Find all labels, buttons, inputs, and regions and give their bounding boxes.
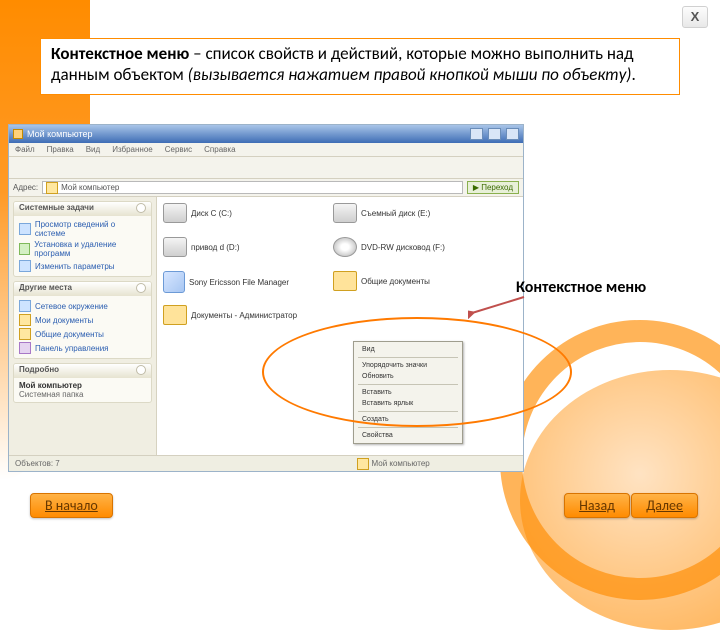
explorer-window: Мой компьютер Файл Правка Вид Избранное …	[8, 124, 524, 472]
window-title: Мой компьютер	[27, 129, 465, 139]
task-link[interactable]: Изменить параметры	[19, 259, 146, 273]
computer-icon	[357, 458, 369, 470]
ctx-item[interactable]: Вставить ярлык	[354, 398, 462, 409]
collapse-icon[interactable]	[136, 365, 146, 375]
nav-back-button[interactable]: Назад	[564, 493, 630, 518]
side-group-places: Другие места Сетевое окружение Мои докум…	[13, 281, 152, 359]
menu-file[interactable]: Файл	[15, 145, 35, 154]
menu-view[interactable]: Вид	[86, 145, 100, 154]
task-link[interactable]: Установка и удаление программ	[19, 239, 146, 259]
folder-icon	[163, 305, 187, 325]
menubar[interactable]: Файл Правка Вид Избранное Сервис Справка	[9, 143, 523, 157]
folder-icon	[19, 314, 31, 326]
minimize-button[interactable]	[470, 128, 483, 140]
side-group-details: Подробно Мой компьютер Системная папка	[13, 363, 152, 403]
ctx-item[interactable]: Вставить	[354, 387, 462, 398]
collapse-icon[interactable]	[136, 283, 146, 293]
callout-label: Контекстное меню	[516, 278, 646, 297]
task-link[interactable]: Просмотр сведений о системе	[19, 219, 146, 239]
folder-icon	[19, 328, 31, 340]
ctx-item[interactable]: Вид	[354, 344, 462, 355]
status-bar: Объектов: 7 Мой компьютер	[9, 455, 523, 471]
addremove-icon	[19, 243, 30, 255]
ctx-item[interactable]: Свойства	[354, 430, 462, 441]
hdd-icon	[163, 237, 187, 257]
context-menu[interactable]: Вид Упорядочить значки Обновить Вставить…	[353, 341, 463, 444]
computer-icon	[46, 182, 58, 194]
side-panel: Системные задачи Просмотр сведений о сис…	[9, 197, 157, 455]
drive-item[interactable]: Диск C (C:)	[163, 203, 232, 223]
place-link[interactable]: Панель управления	[19, 341, 146, 355]
bg-decor-ring	[500, 320, 720, 600]
separator	[358, 411, 458, 412]
separator	[358, 427, 458, 428]
ctx-item[interactable]: Создать	[354, 414, 462, 425]
menu-help[interactable]: Справка	[204, 145, 235, 154]
menu-tools[interactable]: Сервис	[165, 145, 192, 154]
collapse-icon[interactable]	[136, 203, 146, 213]
status-right: Мой компьютер	[270, 458, 517, 470]
place-link[interactable]: Мои документы	[19, 313, 146, 327]
go-button[interactable]: ▶ Переход	[467, 181, 519, 194]
separator	[358, 357, 458, 358]
titlebar[interactable]: Мой компьютер	[9, 125, 523, 143]
controlpanel-icon	[19, 342, 31, 354]
ctx-item[interactable]: Обновить	[354, 371, 462, 382]
menu-fav[interactable]: Избранное	[112, 145, 153, 154]
drive-item[interactable]: Съемный диск (E:)	[333, 203, 430, 223]
toolbar[interactable]	[9, 157, 523, 179]
close-button[interactable]: X	[682, 6, 708, 28]
info-icon	[19, 223, 31, 235]
address-bar[interactable]: Адрес: Мой компьютер ▶ Переход	[9, 179, 523, 197]
manager-icon	[163, 271, 185, 293]
drive-item[interactable]: Sony Ericsson File Manager	[163, 271, 289, 293]
place-link[interactable]: Общие документы	[19, 327, 146, 341]
ctx-item[interactable]: Упорядочить значки	[354, 360, 462, 371]
app-icon	[13, 129, 23, 139]
drive-item[interactable]: DVD-RW дисковод (F:)	[333, 237, 445, 257]
status-left: Объектов: 7	[15, 459, 262, 468]
window-close-button[interactable]	[506, 128, 519, 140]
drive-item[interactable]: Общие документы	[333, 271, 430, 291]
hdd-icon	[333, 203, 357, 223]
side-group-tasks: Системные задачи Просмотр сведений о сис…	[13, 201, 152, 277]
definition-box: Контекстное меню – список свойств и дейс…	[40, 38, 680, 95]
drive-item[interactable]: привод d (D:)	[163, 237, 240, 257]
maximize-button[interactable]	[488, 128, 501, 140]
folder-icon	[333, 271, 357, 291]
settings-icon	[19, 260, 31, 272]
separator	[358, 384, 458, 385]
file-area[interactable]: Диск C (C:) Съемный диск (E:) привод d (…	[157, 197, 523, 455]
drive-item[interactable]: Документы - Администратор	[163, 305, 297, 325]
definition-term: Контекстное меню	[51, 43, 189, 64]
hdd-icon	[163, 203, 187, 223]
place-link[interactable]: Сетевое окружение	[19, 299, 146, 313]
network-icon	[19, 300, 31, 312]
menu-edit[interactable]: Правка	[47, 145, 74, 154]
dvd-icon	[333, 237, 357, 257]
address-field[interactable]: Мой компьютер	[42, 181, 463, 194]
nav-start-button[interactable]: В начало	[30, 493, 113, 518]
address-label: Адрес:	[13, 183, 38, 192]
nav-next-button[interactable]: Далее	[631, 493, 698, 518]
